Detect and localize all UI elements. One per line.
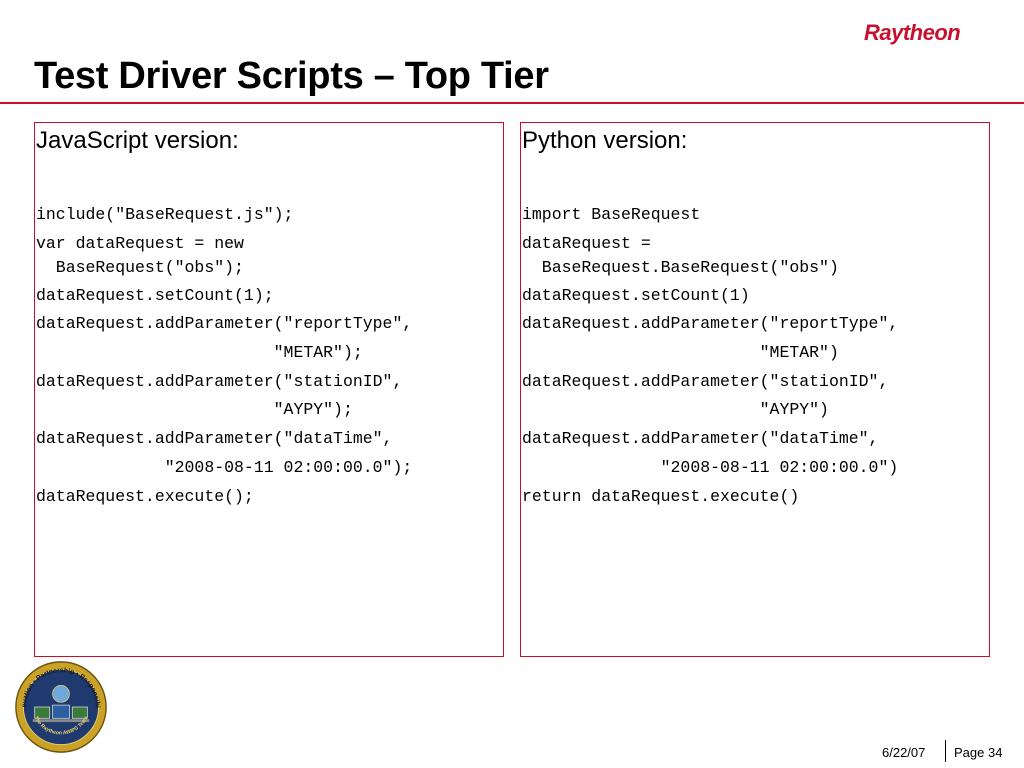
javascript-code: include("BaseRequest.js"); var dataReque…	[36, 203, 412, 513]
slide-footer: 6/22/07 Page 34	[870, 740, 1020, 762]
python-heading: Python version:	[522, 127, 688, 154]
code-line: import BaseRequest	[522, 205, 701, 224]
code-line: var dataRequest = new BaseRequest("obs")…	[36, 233, 244, 277]
page-number: Page 34	[954, 745, 1003, 760]
python-code: import BaseRequest dataRequest = BaseReq…	[522, 203, 898, 513]
code-line: dataRequest.addParameter("reportType",	[36, 314, 413, 334]
code-line: dataRequest.execute();	[36, 486, 254, 506]
code-line: dataRequest.addParameter("reportType",	[522, 314, 899, 334]
code-line: "2008-08-11 02:00:00.0");	[36, 457, 413, 477]
seal-globe	[52, 685, 70, 703]
raytheon-logo: Raytheon	[864, 20, 961, 46]
code-line: dataRequest.addParameter("stationID",	[36, 371, 403, 391]
code-line: dataRequest.addParameter("stationID",	[522, 371, 889, 391]
slide-title: Test Driver Scripts – Top Tier	[34, 55, 549, 97]
code-line: dataRequest.setCount(1)	[522, 285, 750, 305]
code-line: "METAR");	[36, 343, 363, 363]
footer-date: 6/22/07	[882, 745, 926, 760]
code-line: dataRequest.addParameter("dataTime",	[522, 429, 879, 449]
code-line: return dataRequest.execute()	[522, 486, 800, 506]
code-line: "AYPY");	[36, 400, 353, 420]
brand-name: Raytheon	[864, 20, 961, 45]
javascript-heading: JavaScript version:	[36, 127, 239, 154]
code-line: "AYPY")	[522, 400, 829, 420]
code-line: include("BaseRequest.js");	[36, 205, 294, 224]
footer-separator	[945, 740, 946, 762]
seal-monitor-center	[52, 704, 70, 719]
code-line: "METAR")	[522, 343, 839, 363]
code-line: dataRequest.setCount(1);	[36, 285, 274, 305]
code-line: dataRequest.addParameter("dataTime",	[36, 429, 393, 449]
title-divider	[0, 102, 1024, 104]
javascript-panel: JavaScript version: include("BaseRequest…	[34, 122, 504, 657]
awips-team-seal: Innovation • Partnership • Responsibilit…	[14, 660, 107, 753]
code-line: "2008-08-11 02:00:00.0")	[522, 457, 899, 477]
code-line: dataRequest = BaseRequest.BaseRequest("o…	[522, 233, 839, 277]
python-panel: Python version: import BaseRequest dataR…	[520, 122, 990, 657]
